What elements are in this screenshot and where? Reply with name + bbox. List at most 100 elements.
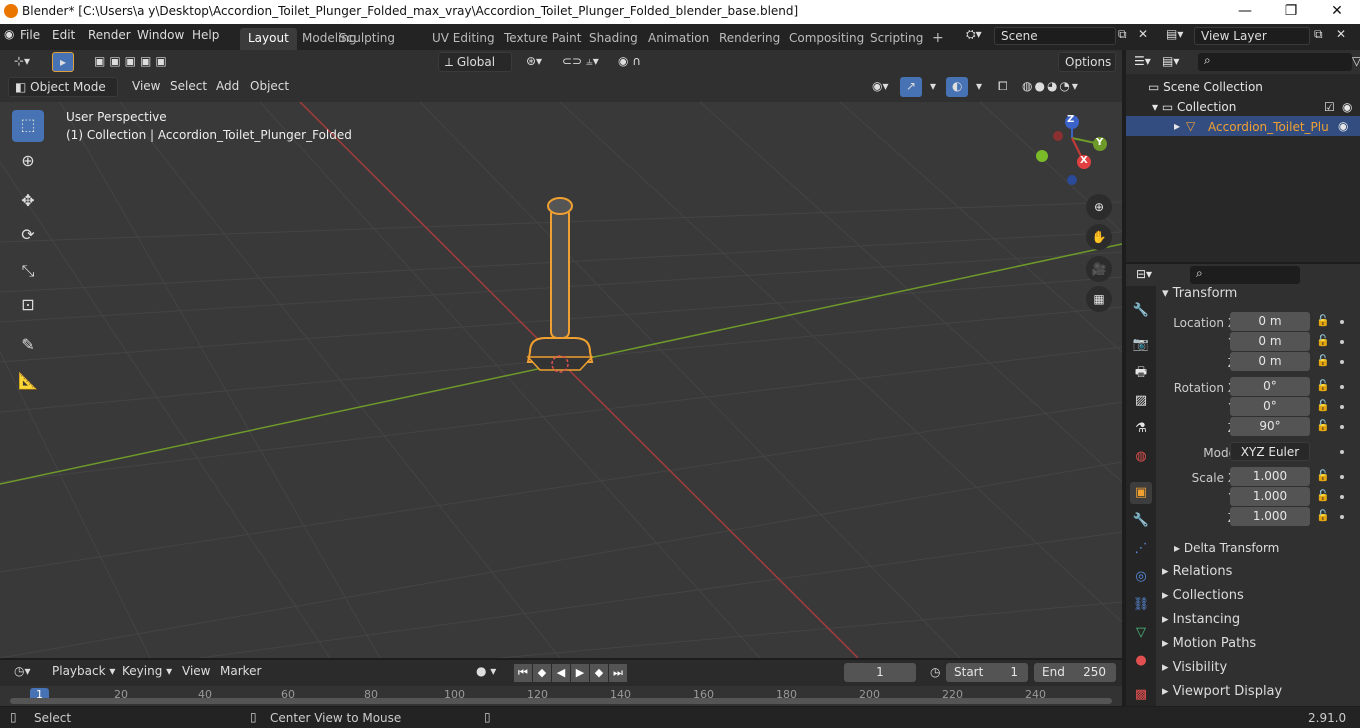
keyframe-dot-icon[interactable] — [1340, 405, 1344, 409]
rotation-y-field[interactable]: 0° — [1230, 397, 1310, 416]
play-reverse-icon[interactable]: ◀ — [552, 664, 570, 682]
select-tool-icon[interactable]: ▸ — [52, 52, 74, 72]
outliner-editor-icon[interactable]: ☰▾ — [1134, 54, 1151, 68]
new-scene-icon[interactable]: ⧉ — [1118, 27, 1127, 42]
next-keyframe-icon[interactable]: ◆ — [590, 664, 608, 682]
view-layer-icon[interactable]: ▤▾ — [1166, 27, 1183, 41]
measure-tool-icon[interactable]: 📐 — [12, 366, 44, 398]
tab-scripting[interactable]: Scripting — [862, 28, 931, 50]
physics-tab-icon[interactable]: ◎ — [1130, 566, 1152, 588]
collection-expand-icon[interactable]: ▾ — [1152, 100, 1162, 114]
zoom-icon[interactable]: ⊕ — [1086, 194, 1112, 220]
properties-search-icon[interactable]: ⌕ — [1190, 266, 1300, 284]
tab-sculpting[interactable]: Sculpting — [331, 28, 403, 50]
end-frame-field[interactable]: End 250 — [1034, 663, 1116, 682]
properties-editor-icon[interactable]: ⊟▾ — [1136, 267, 1152, 281]
scene-collection-row[interactable]: ▭ Scene Collection — [1148, 80, 1263, 94]
scene-tab-icon[interactable]: ⚗ — [1130, 418, 1152, 440]
annotate-tool-icon[interactable]: ✎ — [12, 330, 44, 362]
timeline-scrollbar[interactable] — [10, 698, 1112, 704]
camera-icon[interactable]: 🎥 — [1086, 256, 1112, 282]
menu-add[interactable]: Add — [210, 77, 245, 97]
delete-view-layer-icon[interactable]: ✕ — [1336, 27, 1346, 41]
keyframe-dot-icon[interactable] — [1340, 515, 1344, 519]
close-button[interactable]: ✕ — [1314, 0, 1360, 24]
panel-instancing[interactable]: ▸ Instancing — [1162, 612, 1240, 627]
rotation-mode-dropdown[interactable]: XYZ Euler — [1230, 442, 1310, 461]
proportional-edit-icon[interactable]: ◉ ∩ — [612, 52, 647, 72]
view-layer-field[interactable]: View Layer — [1194, 27, 1310, 45]
object-tab-icon[interactable]: ▣ — [1130, 482, 1152, 504]
display-mode-icon[interactable]: ▤▾ — [1162, 54, 1179, 68]
menu-edit[interactable]: Edit — [52, 28, 75, 42]
lock-icon[interactable]: 🔓 — [1316, 379, 1330, 392]
scene-field[interactable]: Scene — [994, 27, 1116, 45]
minimize-button[interactable]: — — [1222, 0, 1268, 24]
rotation-x-field[interactable]: 0° — [1230, 377, 1310, 396]
lock-icon[interactable]: 🔓 — [1316, 509, 1330, 522]
tab-layout[interactable]: Layout — [240, 28, 297, 50]
constraints-tab-icon[interactable]: ⛓ — [1130, 594, 1152, 616]
lock-icon[interactable]: 🔓 — [1316, 489, 1330, 502]
keyframe-dot-icon[interactable] — [1340, 450, 1344, 454]
transform-tool-icon[interactable]: ⊡ — [12, 290, 44, 322]
prev-keyframe-icon[interactable]: ◆ — [533, 664, 551, 682]
keyframe-dot-icon[interactable] — [1340, 320, 1344, 324]
scale-x-field[interactable]: 1.000 — [1230, 467, 1310, 486]
collection-checkbox-icon[interactable]: ☑ — [1324, 100, 1335, 114]
transform-panel-header[interactable]: ▾ Transform — [1162, 286, 1237, 301]
location-x-field[interactable]: 0 m — [1230, 312, 1310, 331]
tab-uv-editing[interactable]: UV Editing — [424, 28, 503, 50]
object-visibility-icon[interactable]: ◉ — [1338, 119, 1348, 133]
filter-icon[interactable]: ▽ — [1352, 54, 1360, 68]
view-layer-tab-icon[interactable]: ▨ — [1130, 390, 1152, 412]
menu-keying[interactable]: Keying ▾ — [116, 662, 178, 682]
record-icon[interactable]: ● ▾ — [470, 662, 502, 682]
panel-collections[interactable]: ▸ Collections — [1162, 588, 1244, 603]
collection-row[interactable]: ▾ ▭ Collection ☑ ◉ — [1152, 100, 1360, 114]
object-expand-icon[interactable]: ▸ — [1174, 119, 1180, 133]
play-icon[interactable]: ▶ — [571, 664, 589, 682]
menu-timeline-view[interactable]: View — [176, 662, 216, 682]
timeline-editor-icon[interactable]: ◷▾ — [8, 662, 37, 682]
tab-rendering[interactable]: Rendering — [711, 28, 788, 50]
jump-end-icon[interactable]: ⏭ — [609, 664, 627, 682]
transform-orientation-dropdown[interactable]: ⟂ Global — [438, 52, 512, 72]
start-frame-field[interactable]: Start 1 — [946, 663, 1028, 682]
tab-compositing[interactable]: Compositing — [781, 28, 872, 50]
cursor-tool-icon[interactable]: ⊕ — [12, 146, 44, 178]
visibility-icon[interactable]: ◉▾ — [866, 77, 895, 97]
mode-dropdown[interactable]: ◧ Object Mode — [8, 77, 118, 97]
lock-icon[interactable]: 🔓 — [1316, 469, 1330, 482]
scale-y-field[interactable]: 1.000 — [1230, 487, 1310, 506]
collection-visibility-icon[interactable]: ◉ — [1342, 100, 1352, 114]
render-tab-icon[interactable]: 📷 — [1130, 334, 1152, 356]
particles-tab-icon[interactable]: ⋰ — [1130, 538, 1152, 560]
jump-start-icon[interactable]: ⏮ — [514, 664, 532, 682]
panel-motion-paths[interactable]: ▸ Motion Paths — [1162, 636, 1256, 651]
scene-icon[interactable]: ⛭▾ — [966, 27, 982, 42]
tool-tab-icon[interactable]: 🔧 — [1130, 300, 1152, 322]
add-workspace-button[interactable]: + — [924, 28, 952, 50]
rotate-tool-icon[interactable]: ⟳ — [12, 220, 44, 252]
select-mode-icons[interactable]: ▣▣▣▣▣ — [88, 52, 177, 72]
editor-type-icon[interactable]: ⊹▾ — [8, 52, 36, 72]
keyframe-dot-icon[interactable] — [1340, 475, 1344, 479]
snap-icon[interactable]: ⊂⊃ ⫨▾ — [556, 52, 605, 72]
blender-menu-icon[interactable]: ◉ — [4, 27, 14, 41]
menu-view[interactable]: View — [126, 77, 166, 97]
overlays-dropdown-icon[interactable]: ▾ — [970, 77, 988, 97]
delta-transform-header[interactable]: ▸ Delta Transform — [1174, 541, 1279, 555]
panel-visibility[interactable]: ▸ Visibility — [1162, 660, 1227, 675]
keyframe-dot-icon[interactable] — [1340, 385, 1344, 389]
menu-select[interactable]: Select — [164, 77, 213, 97]
preview-range-icon[interactable]: ◷ — [924, 663, 946, 683]
material-tab-icon[interactable]: ● — [1130, 650, 1152, 672]
lock-icon[interactable]: 🔓 — [1316, 399, 1330, 412]
new-view-layer-icon[interactable]: ⧉ — [1314, 27, 1323, 42]
lock-icon[interactable]: 🔓 — [1316, 334, 1330, 347]
panel-relations[interactable]: ▸ Relations — [1162, 564, 1232, 579]
gizmo-toggle-icon[interactable]: ↗ — [900, 77, 923, 97]
move-tool-icon[interactable]: ✥ — [12, 186, 44, 218]
menu-playback[interactable]: Playback ▾ — [46, 662, 121, 682]
